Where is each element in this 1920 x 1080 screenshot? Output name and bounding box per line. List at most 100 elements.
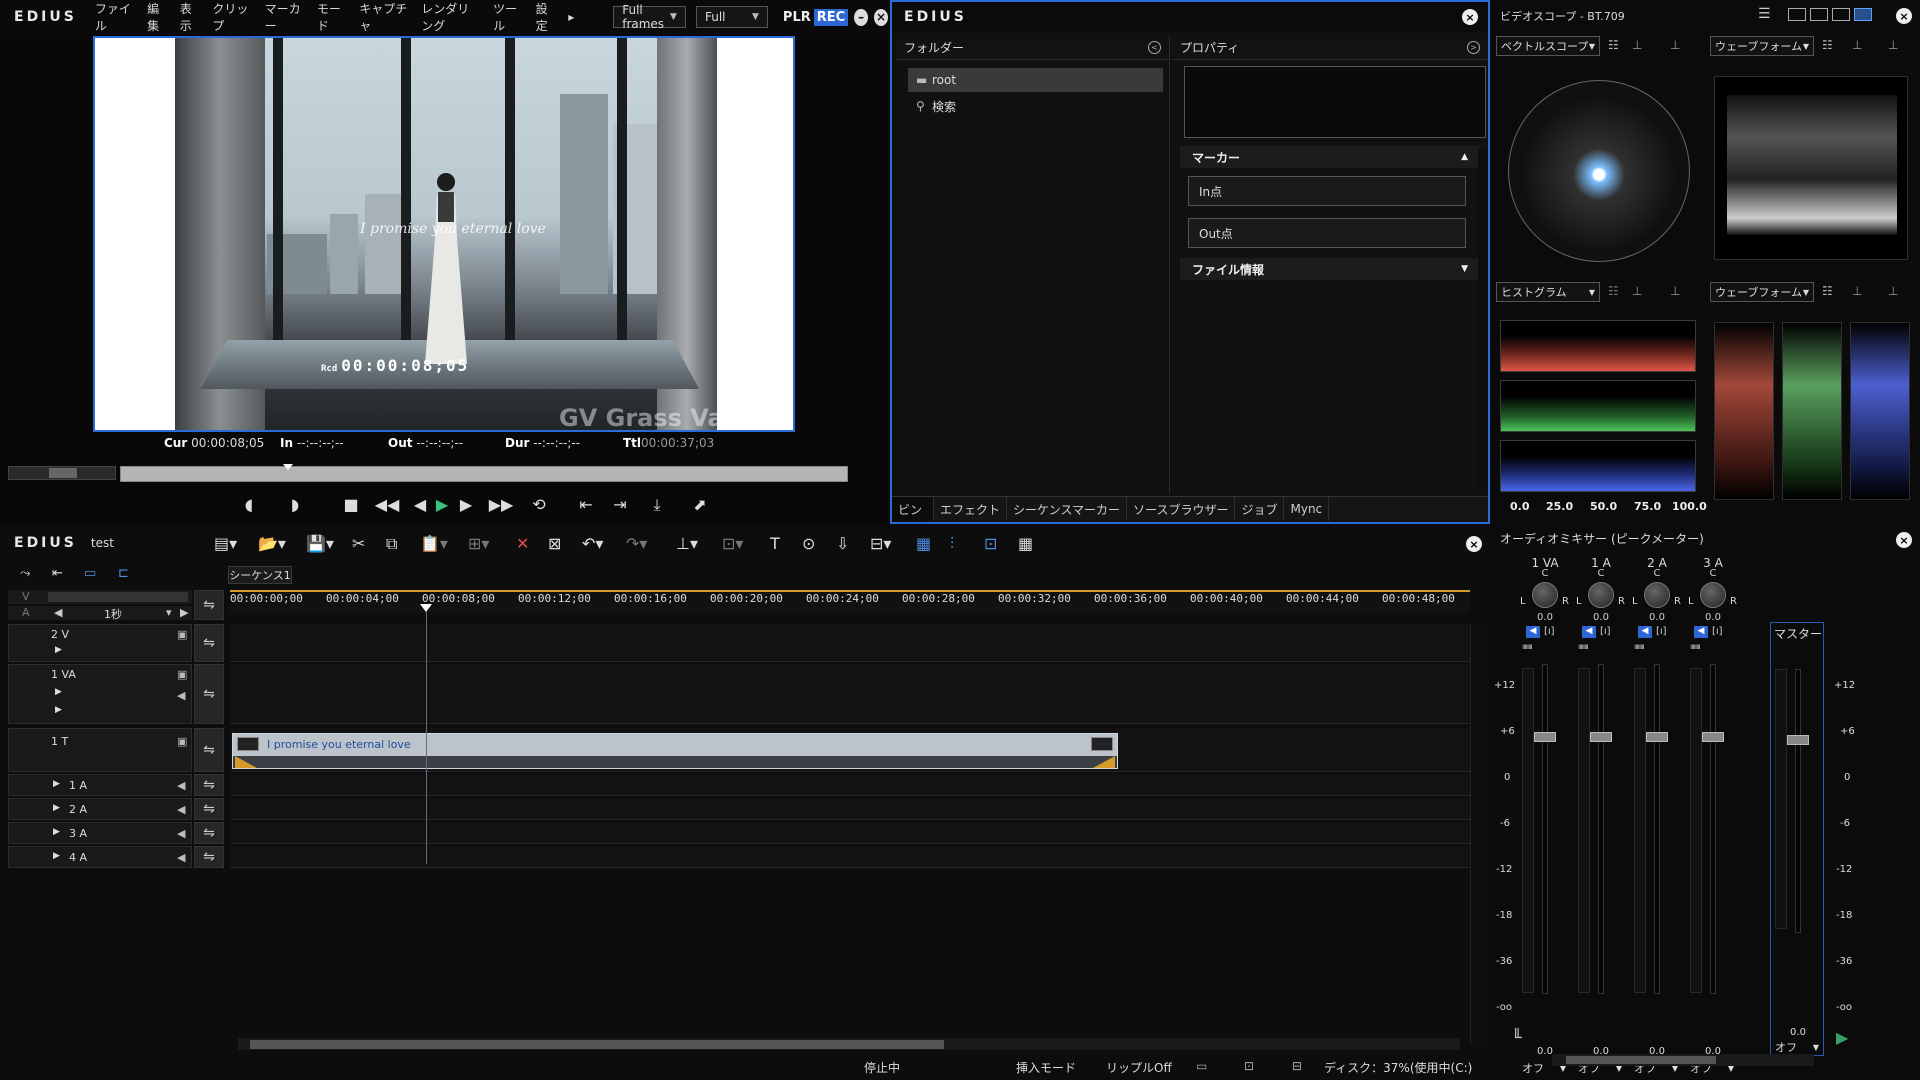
menu-icon[interactable]: ☰ bbox=[1758, 6, 1771, 22]
layout-columns-icon[interactable] bbox=[1832, 8, 1850, 21]
fader-handle[interactable] bbox=[1646, 732, 1668, 742]
layout-single-icon[interactable] bbox=[1788, 8, 1806, 21]
sync-icon[interactable]: ⇋ bbox=[194, 728, 224, 772]
tab-source-browser[interactable]: ソースブラウザー bbox=[1127, 497, 1236, 521]
folder-search[interactable]: ⚲ 検索 bbox=[908, 94, 1163, 118]
tab-bin[interactable]: ビン bbox=[892, 497, 934, 521]
tab-mync[interactable]: Mync bbox=[1284, 497, 1330, 521]
slider-icon[interactable]: ⊥ bbox=[1852, 284, 1862, 298]
track-header-1t[interactable]: 1 T ▣ bbox=[8, 728, 192, 772]
scope-toggle-icon[interactable]: ⊡ bbox=[984, 534, 997, 553]
audio-mute-icon[interactable]: ◀ bbox=[177, 851, 185, 864]
menu-mode[interactable]: モード bbox=[317, 0, 346, 34]
audio-mute-icon[interactable]: ◀ bbox=[177, 803, 185, 816]
properties-scrollbar[interactable] bbox=[1478, 148, 1488, 488]
bottom-left-scope-dropdown[interactable]: ヒストグラム ▼ bbox=[1496, 282, 1600, 302]
slider-icon[interactable]: ⊥ bbox=[1852, 38, 1862, 52]
sync-icon[interactable]: ⇋ bbox=[194, 846, 224, 868]
eq-bars-icon[interactable]: ıııııııı bbox=[1522, 642, 1568, 652]
track-header-4a[interactable]: ▶ 4 A ◀ bbox=[8, 846, 192, 868]
tab-sequence-1[interactable]: シーケンス1 bbox=[228, 566, 292, 584]
settings-list-icon[interactable]: ☷ bbox=[1608, 284, 1619, 298]
close-icon[interactable]: × bbox=[874, 8, 888, 26]
expand-icon[interactable]: ▶ bbox=[55, 645, 62, 655]
speaker-icon[interactable]: ◀ bbox=[1694, 626, 1708, 638]
link-icon[interactable]: [ı] bbox=[1600, 626, 1611, 637]
paste-icon[interactable]: 📋▾ bbox=[420, 534, 448, 553]
close-icon[interactable]: × bbox=[1896, 532, 1912, 548]
zoom-dropdown-icon[interactable]: ▾ bbox=[166, 606, 172, 619]
rec-button[interactable]: REC bbox=[813, 8, 849, 26]
pan-knob[interactable] bbox=[1700, 582, 1726, 608]
export-icon[interactable]: ⇩ bbox=[836, 534, 849, 553]
pan-knob[interactable] bbox=[1588, 582, 1614, 608]
ripple-delete-icon[interactable]: ⊠ bbox=[548, 534, 561, 553]
audio-mute-icon[interactable]: ◀ bbox=[177, 689, 185, 702]
print-to-file-icon[interactable]: ⊟▾ bbox=[870, 534, 891, 553]
stop-icon[interactable]: ■ bbox=[340, 494, 362, 516]
seek-position-marker[interactable] bbox=[283, 464, 293, 470]
video-mute-icon[interactable]: ▣ bbox=[177, 628, 187, 641]
sync-icon[interactable]: ⇋ bbox=[194, 774, 224, 796]
track-header-2a[interactable]: ▶ 2 A ◀ bbox=[8, 798, 192, 820]
scrollbar-thumb[interactable] bbox=[250, 1040, 944, 1049]
sync-icon[interactable]: ⇋ bbox=[194, 822, 224, 844]
fader-track[interactable] bbox=[1795, 669, 1801, 933]
display-icon[interactable]: ▭ bbox=[1196, 1059, 1207, 1073]
fader-handle[interactable] bbox=[1590, 732, 1612, 742]
out-point-field[interactable]: Out点 bbox=[1188, 218, 1466, 248]
frames-dropdown[interactable]: Full frames ▼ bbox=[613, 3, 686, 31]
timeline-playhead[interactable] bbox=[426, 612, 427, 864]
timeline-vertical-scrollbar[interactable] bbox=[1470, 624, 1484, 1044]
title-icon[interactable]: T bbox=[770, 534, 780, 553]
menu-file[interactable]: ファイル bbox=[95, 0, 134, 34]
tab-sequence-markers[interactable]: シーケンスマーカー bbox=[1007, 497, 1128, 521]
timeline-mode-icon[interactable]: ▦ bbox=[916, 534, 931, 553]
shuttle-slider[interactable] bbox=[8, 466, 116, 480]
track-4a[interactable] bbox=[230, 846, 1470, 868]
render-icon[interactable]: ⊙ bbox=[802, 534, 815, 553]
track-header-1a[interactable]: ▶ 1 A ◀ bbox=[8, 774, 192, 796]
video-mute-icon[interactable]: ▣ bbox=[177, 668, 187, 681]
track-2v[interactable] bbox=[230, 624, 1470, 662]
slider-icon[interactable]: ⊥ bbox=[1670, 38, 1680, 52]
play-icon[interactable]: ▶ bbox=[430, 494, 454, 516]
collapse-icon[interactable]: < bbox=[1148, 41, 1161, 54]
expand-icon[interactable]: ▶ bbox=[53, 851, 60, 861]
slider-icon[interactable]: ⊥ bbox=[1670, 284, 1680, 298]
layout-icon[interactable]: ⊡▾ bbox=[722, 534, 743, 553]
menu-clip[interactable]: クリップ bbox=[212, 0, 251, 34]
fader-handle[interactable] bbox=[1787, 735, 1809, 745]
bottom-right-scope-dropdown[interactable]: ウェーブフォーム ▼ bbox=[1710, 282, 1814, 302]
minimize-icon[interactable]: – bbox=[854, 8, 869, 26]
mixer-scrollbar[interactable] bbox=[1552, 1054, 1814, 1066]
track-1va[interactable] bbox=[230, 664, 1470, 724]
slider-icon[interactable]: ⊥ bbox=[1632, 284, 1642, 298]
speaker-icon[interactable]: ◀ bbox=[1526, 626, 1540, 638]
open-project-icon[interactable]: 📂▾ bbox=[258, 534, 286, 553]
layout-rows-icon[interactable] bbox=[1810, 8, 1828, 21]
track-2a[interactable] bbox=[230, 798, 1470, 820]
expand-icon[interactable]: ▶ bbox=[53, 827, 60, 837]
fader-handle[interactable] bbox=[1702, 732, 1724, 742]
fader-track[interactable] bbox=[1710, 664, 1716, 994]
overscan-icon[interactable]: ⊡ bbox=[1244, 1059, 1254, 1073]
title-clip[interactable]: I promise you eternal love bbox=[232, 733, 1118, 769]
zoom-left-icon[interactable]: ◀ bbox=[54, 606, 62, 619]
plr-button[interactable]: PLR bbox=[780, 9, 814, 26]
tab-effects[interactable]: エフェクト bbox=[934, 497, 1008, 521]
close-icon[interactable]: × bbox=[1462, 9, 1478, 25]
expand-icon[interactable]: ▶ bbox=[55, 687, 62, 697]
mixer-toggle-icon[interactable]: ⫶ bbox=[950, 534, 954, 554]
in-point-field[interactable]: In点 bbox=[1188, 176, 1466, 206]
save-icon[interactable]: 💾▾ bbox=[306, 534, 334, 553]
markers-section[interactable]: マーカー ▲ bbox=[1180, 146, 1480, 168]
fader-track[interactable] bbox=[1542, 664, 1548, 994]
snap-icon[interactable]: ⊏ bbox=[118, 566, 129, 581]
fast-forward-icon[interactable]: ▶▶ bbox=[488, 494, 514, 516]
audio-mute-icon[interactable]: ◀ bbox=[177, 779, 185, 792]
speaker-icon[interactable]: ◀ bbox=[1582, 626, 1596, 638]
eq-bars-icon[interactable]: ıııııııı bbox=[1578, 642, 1624, 652]
link-icon[interactable]: [ı] bbox=[1656, 626, 1667, 637]
speaker-icon[interactable]: ◀ bbox=[1638, 626, 1652, 638]
